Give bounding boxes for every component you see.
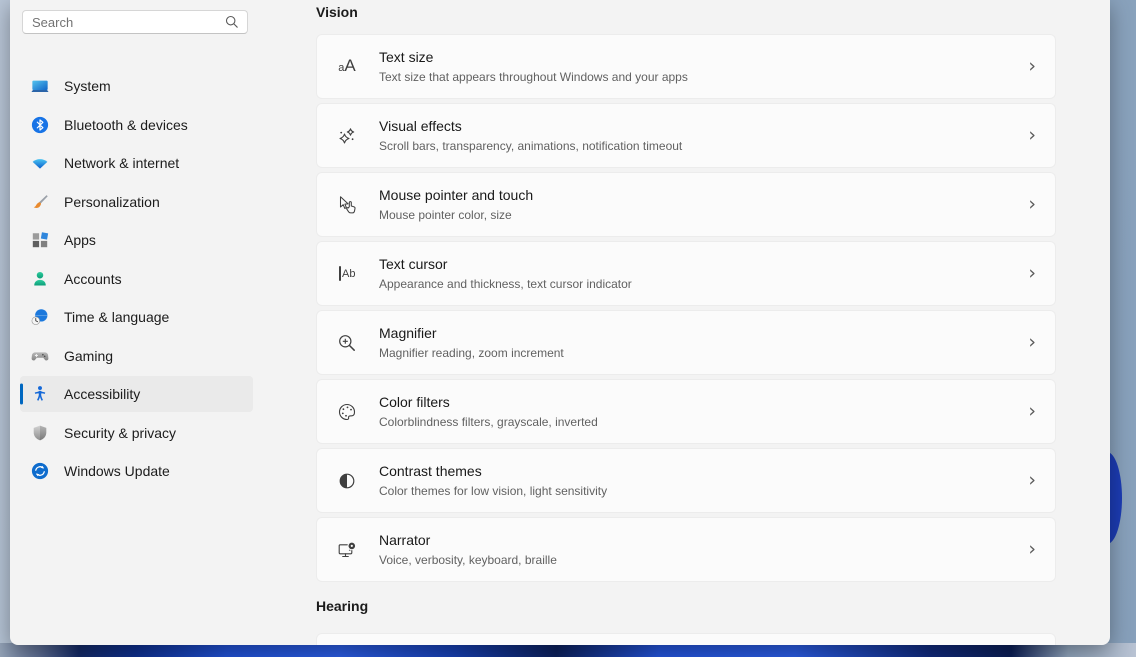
setting-row-text-cursor[interactable]: Ab Text cursor Appearance and thickness,… — [316, 241, 1056, 306]
accounts-icon — [31, 270, 49, 288]
sidebar-item-label: Apps — [64, 232, 96, 248]
visual-effects-icon — [337, 126, 357, 146]
magnifier-icon — [337, 333, 357, 353]
sidebar-item-accessibility[interactable]: Accessibility — [20, 376, 253, 412]
text-cursor-icon: Ab — [337, 264, 357, 284]
sidebar-item-label: Bluetooth & devices — [64, 117, 188, 133]
personalization-icon — [31, 193, 49, 211]
wallpaper-bottom-strip — [0, 643, 1136, 657]
sidebar-item-time-language[interactable]: Time & language — [20, 299, 253, 335]
chevron-right-icon: › — [1028, 126, 1041, 145]
row-subtitle: Scroll bars, transparency, animations, n… — [379, 138, 682, 154]
sidebar-item-accounts[interactable]: Accounts — [20, 261, 253, 297]
sidebar-item-windows-update[interactable]: Windows Update — [20, 453, 253, 489]
sidebar-item-label: Security & privacy — [64, 425, 176, 441]
search-box — [22, 10, 248, 34]
sidebar: System Bluetooth & devices — [10, 0, 270, 645]
search-input[interactable] — [22, 10, 248, 34]
sidebar-item-label: Windows Update — [64, 463, 170, 479]
sidebar-item-bluetooth-devices[interactable]: Bluetooth & devices — [20, 107, 253, 143]
row-title: Color filters — [379, 393, 598, 412]
sidebar-item-label: System — [64, 78, 111, 94]
security-shield-icon — [31, 424, 49, 442]
row-title: Mouse pointer and touch — [379, 186, 533, 205]
row-subtitle: Text size that appears throughout Window… — [379, 69, 688, 85]
section-heading-hearing: Hearing — [316, 598, 1056, 615]
accessibility-settings-page: Vision aA Text size Text size that appea… — [270, 0, 1110, 645]
setting-row-color-filters[interactable]: Color filters Colorblindness filters, gr… — [316, 379, 1056, 444]
chevron-right-icon: › — [1028, 195, 1041, 214]
row-subtitle: Color themes for low vision, light sensi… — [379, 483, 607, 499]
row-subtitle: Magnifier reading, zoom increment — [379, 345, 564, 361]
sidebar-item-label: Personalization — [64, 194, 160, 210]
sidebar-item-label: Accounts — [64, 271, 122, 287]
windows-update-icon — [31, 462, 49, 480]
row-title: Narrator — [379, 531, 557, 550]
time-language-icon — [31, 308, 49, 326]
row-subtitle: Mouse pointer color, size — [379, 207, 533, 223]
accessibility-icon — [31, 385, 49, 403]
row-title: Magnifier — [379, 324, 564, 343]
setting-row-visual-effects[interactable]: Visual effects Scroll bars, transparency… — [316, 103, 1056, 168]
chevron-right-icon: › — [1028, 333, 1041, 352]
row-title: Text cursor — [379, 255, 632, 274]
sidebar-item-personalization[interactable]: Personalization — [20, 184, 253, 220]
sidebar-item-label: Time & language — [64, 309, 169, 325]
sidebar-item-label: Gaming — [64, 348, 113, 364]
sidebar-nav: System Bluetooth & devices — [10, 68, 270, 489]
row-subtitle: Appearance and thickness, text cursor in… — [379, 276, 632, 292]
setting-row-mouse-pointer-touch[interactable]: Mouse pointer and touch Mouse pointer co… — [316, 172, 1056, 237]
narrator-icon — [337, 540, 357, 560]
gaming-icon — [31, 347, 49, 365]
sidebar-item-label: Accessibility — [64, 386, 140, 402]
chevron-right-icon: › — [1028, 471, 1041, 490]
setting-row-narrator[interactable]: Narrator Voice, verbosity, keyboard, bra… — [316, 517, 1056, 582]
setting-row-text-size[interactable]: aA Text size Text size that appears thro… — [316, 34, 1056, 99]
setting-row-partial[interactable] — [316, 633, 1056, 645]
color-filters-icon — [337, 402, 357, 422]
chevron-right-icon: › — [1028, 57, 1041, 76]
row-subtitle: Voice, verbosity, keyboard, braille — [379, 552, 557, 568]
search-icon — [224, 14, 240, 30]
settings-window: System Bluetooth & devices — [10, 0, 1110, 645]
setting-row-magnifier[interactable]: Magnifier Magnifier reading, zoom increm… — [316, 310, 1056, 375]
row-title: Contrast themes — [379, 462, 607, 481]
chevron-right-icon: › — [1028, 264, 1041, 283]
sidebar-item-apps[interactable]: Apps — [20, 222, 253, 258]
chevron-right-icon: › — [1028, 540, 1041, 559]
chevron-right-icon: › — [1028, 402, 1041, 421]
section-heading-vision: Vision — [316, 4, 1056, 21]
sidebar-item-gaming[interactable]: Gaming — [20, 338, 253, 374]
row-title: Text size — [379, 48, 688, 67]
row-title: Visual effects — [379, 117, 682, 136]
sidebar-item-system[interactable]: System — [20, 68, 253, 104]
row-subtitle: Colorblindness filters, grayscale, inver… — [379, 414, 598, 430]
sidebar-item-network-internet[interactable]: Network & internet — [20, 145, 253, 181]
setting-row-contrast-themes[interactable]: Contrast themes Color themes for low vis… — [316, 448, 1056, 513]
sidebar-item-security-privacy[interactable]: Security & privacy — [20, 415, 253, 451]
sidebar-item-label: Network & internet — [64, 155, 179, 171]
mouse-pointer-touch-icon — [337, 195, 357, 215]
network-icon — [31, 154, 49, 172]
text-size-icon: aA — [337, 57, 357, 77]
bluetooth-icon — [31, 116, 49, 134]
apps-icon — [31, 231, 49, 249]
contrast-themes-icon — [337, 471, 357, 491]
system-icon — [31, 77, 49, 95]
